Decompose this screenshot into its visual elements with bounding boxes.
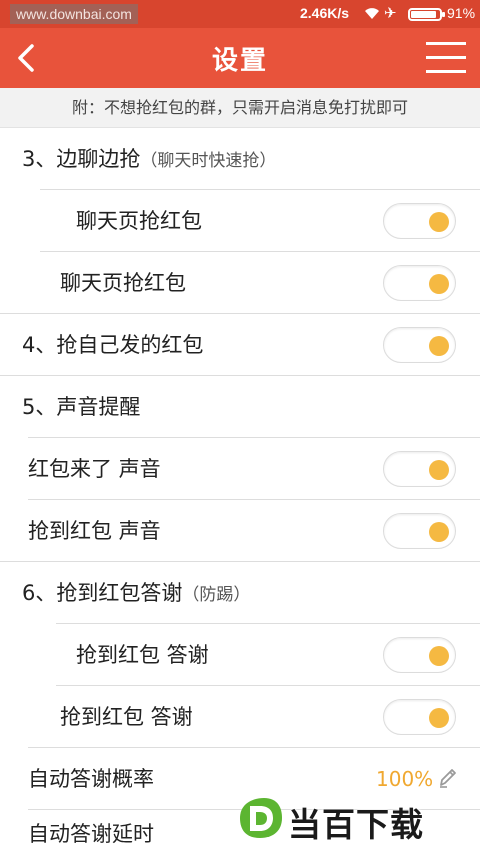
row-label: 抢到红包 答谢: [76, 643, 209, 667]
section-title: 5、声音提醒: [22, 395, 141, 419]
toggle-knob: [429, 274, 449, 294]
toggle-knob: [429, 460, 449, 480]
section-title: 3、边聊边抢: [22, 147, 141, 171]
network-speed: 2.46K/s: [300, 5, 350, 21]
toggle-knob: [429, 708, 449, 728]
row-label: 抢到红包 答谢: [60, 705, 193, 729]
hamburger-menu-icon[interactable]: [424, 38, 468, 78]
section-title: 6、抢到红包答谢: [22, 581, 183, 605]
section-3-header: 3、边聊边抢（聊天时快速抢）: [0, 128, 480, 190]
section-4-row: 4、抢自己发的红包: [0, 314, 480, 376]
row-label: 抢到红包 声音: [28, 519, 161, 543]
toggle-switch[interactable]: [383, 451, 456, 487]
status-bar: www.downbai.com 2.46K/s ✈ 91%: [0, 0, 480, 28]
toggle-knob: [429, 212, 449, 232]
list-item-sound-incoming: 红包来了 声音: [0, 438, 480, 500]
section-title: 4、抢自己发的红包: [22, 333, 204, 357]
brand-text: 当百下载: [288, 805, 424, 844]
toggle-switch[interactable]: [383, 637, 456, 673]
battery-percent: 91%: [447, 5, 476, 21]
toggle-switch[interactable]: [383, 699, 456, 735]
row-label: 自动答谢延时: [28, 822, 154, 846]
list-item-sound-grabbed: 抢到红包 声音: [0, 500, 480, 562]
toggle-switch[interactable]: [383, 327, 456, 363]
list-item-chat-grab-2: 聊天页抢红包: [0, 252, 480, 314]
brand-logo: [240, 798, 282, 838]
page-title: 设置: [211, 46, 268, 76]
list-item-chat-grab-1: 聊天页抢红包: [0, 190, 480, 252]
toggle-knob: [429, 336, 449, 356]
section-subtitle: （聊天时快速抢）: [140, 151, 277, 171]
airplane-icon: ✈: [384, 4, 397, 22]
notice-banner: 附：不想抢红包的群，只需开启消息免打扰即可: [0, 88, 480, 128]
list-item-thanks-1: 抢到红包 答谢: [0, 624, 480, 686]
list-item-thanks-2: 抢到红包 答谢: [0, 686, 480, 748]
section-subtitle: （防踢）: [182, 585, 251, 605]
section-6-header: 6、抢到红包答谢（防踢）: [0, 562, 480, 624]
section-5-header: 5、声音提醒: [0, 376, 480, 438]
pencil-icon[interactable]: [437, 767, 457, 789]
row-label: 聊天页抢红包: [76, 209, 202, 233]
toggle-switch[interactable]: [383, 513, 456, 549]
toggle-switch[interactable]: [383, 203, 456, 239]
toggle-knob: [429, 646, 449, 666]
row-label: 自动答谢概率: [28, 767, 154, 791]
wifi-icon: [365, 8, 379, 19]
app-header: 设置: [0, 28, 480, 88]
row-label: 聊天页抢红包: [60, 271, 186, 295]
battery-icon: [408, 8, 445, 21]
watermark-text: www.downbai.com: [10, 4, 138, 24]
toggle-switch[interactable]: [383, 265, 456, 301]
toggle-knob: [429, 522, 449, 542]
row-label: 红包来了 声音: [28, 457, 161, 481]
